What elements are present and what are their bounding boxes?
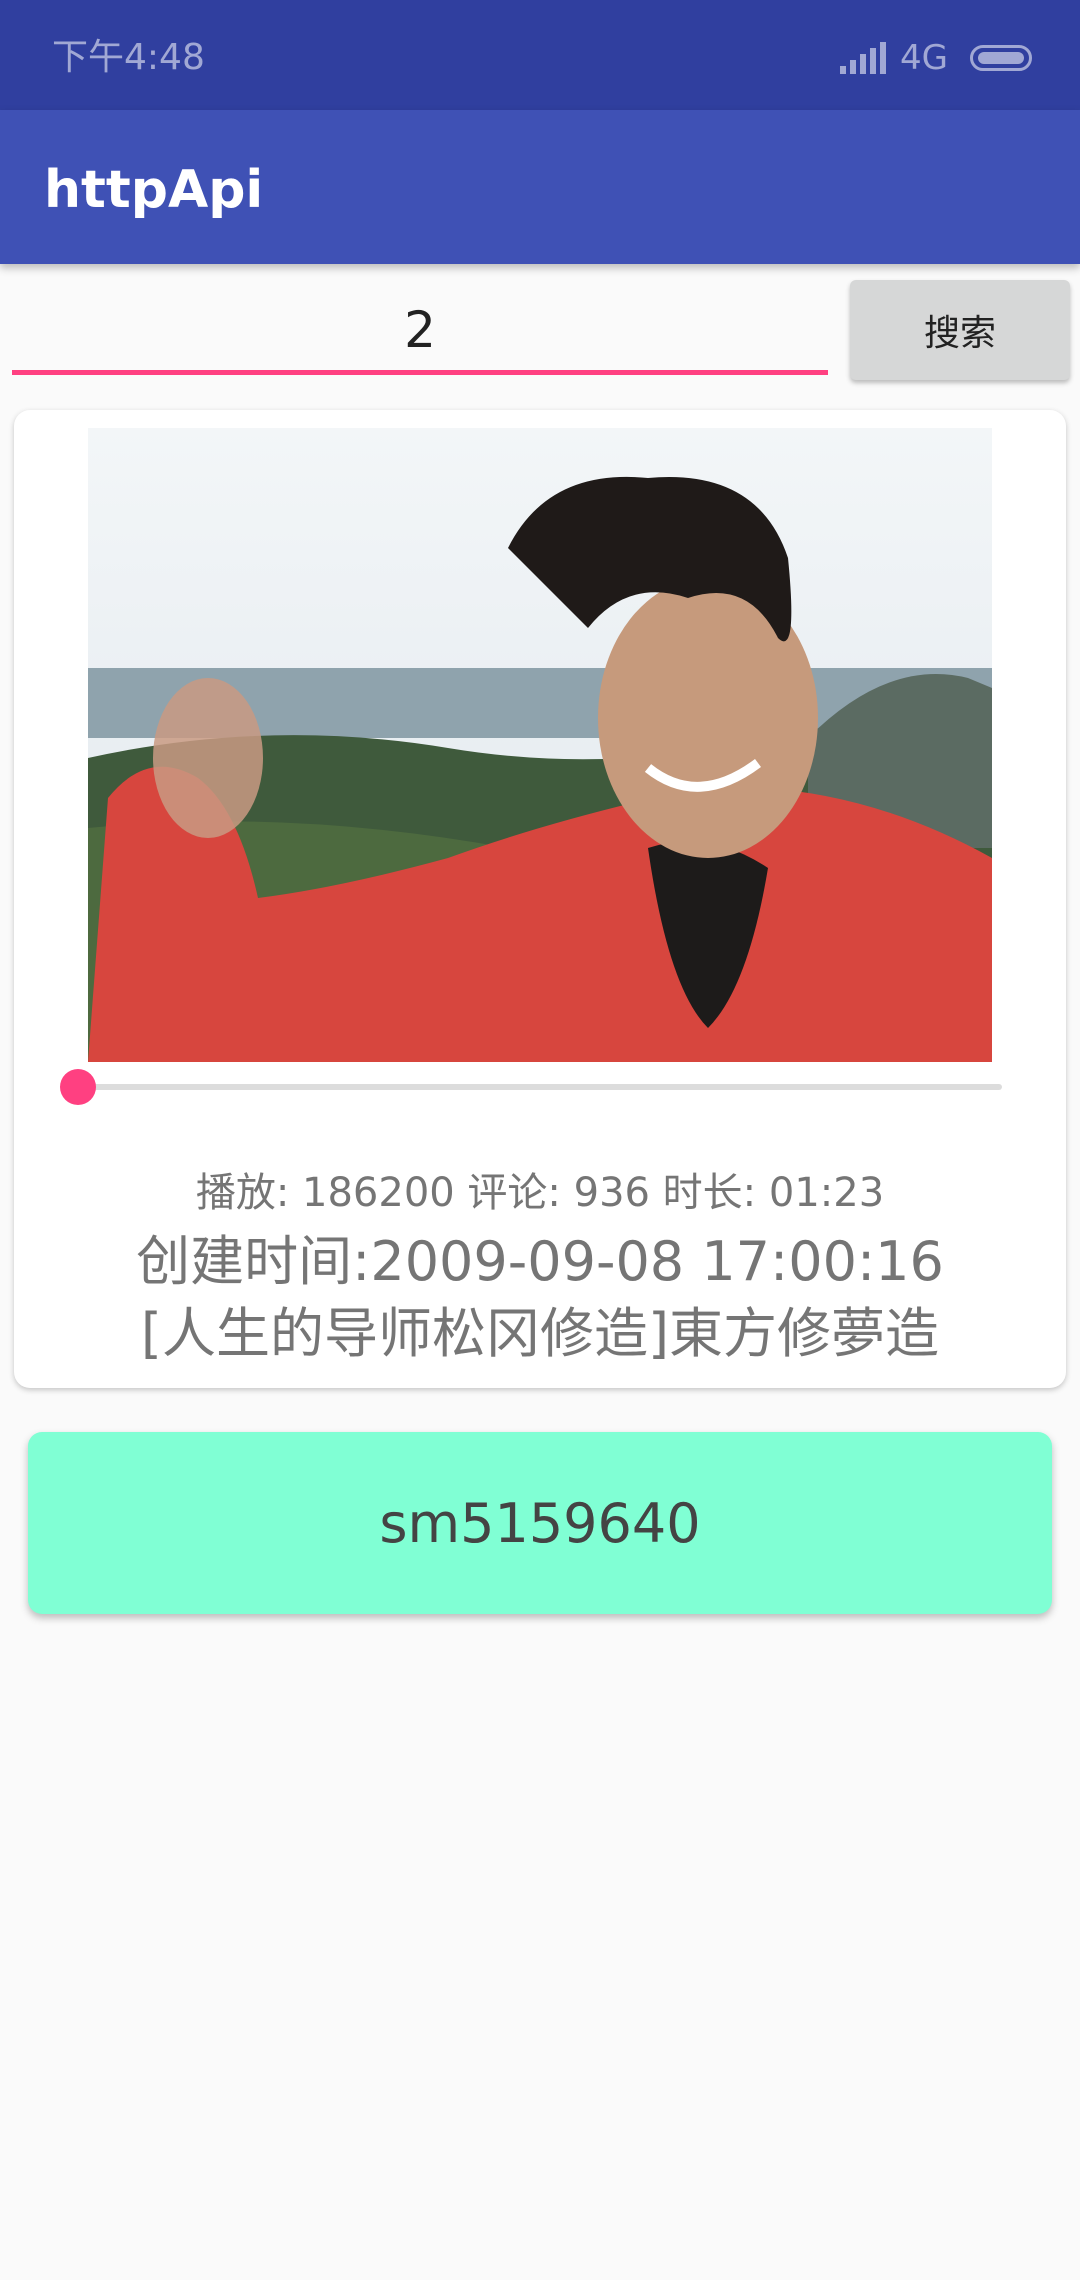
video-card: 播放: 186200 评论: 936 时长: 01:23 创建时间:2009-0… (14, 410, 1066, 1388)
video-title: [人生的导师松冈修造]東方修夢造 (140, 1302, 940, 1365)
video-id-button[interactable]: sm5159640 (28, 1432, 1052, 1614)
signal-icon (840, 42, 887, 74)
status-bar: 下午4:48 4G (0, 0, 1080, 110)
search-input[interactable] (12, 290, 828, 375)
thumbnail-image (88, 428, 992, 1062)
video-stats: 播放: 186200 评论: 936 时长: 01:23 (195, 1170, 885, 1216)
status-time: 下午4:48 (52, 37, 205, 78)
battery-icon (970, 45, 1032, 71)
seek-bar[interactable] (60, 1069, 1002, 1105)
status-icons: 4G (840, 36, 1032, 80)
app-title: httpApi (44, 160, 264, 220)
video-created-time: 创建时间:2009-09-08 17:00:16 (136, 1230, 944, 1293)
seek-thumb[interactable] (60, 1069, 96, 1105)
search-button[interactable]: 搜索 (850, 280, 1070, 380)
network-type-label: 4G (900, 38, 948, 78)
app-bar: httpApi (0, 110, 1080, 264)
video-thumbnail[interactable] (88, 428, 992, 1062)
